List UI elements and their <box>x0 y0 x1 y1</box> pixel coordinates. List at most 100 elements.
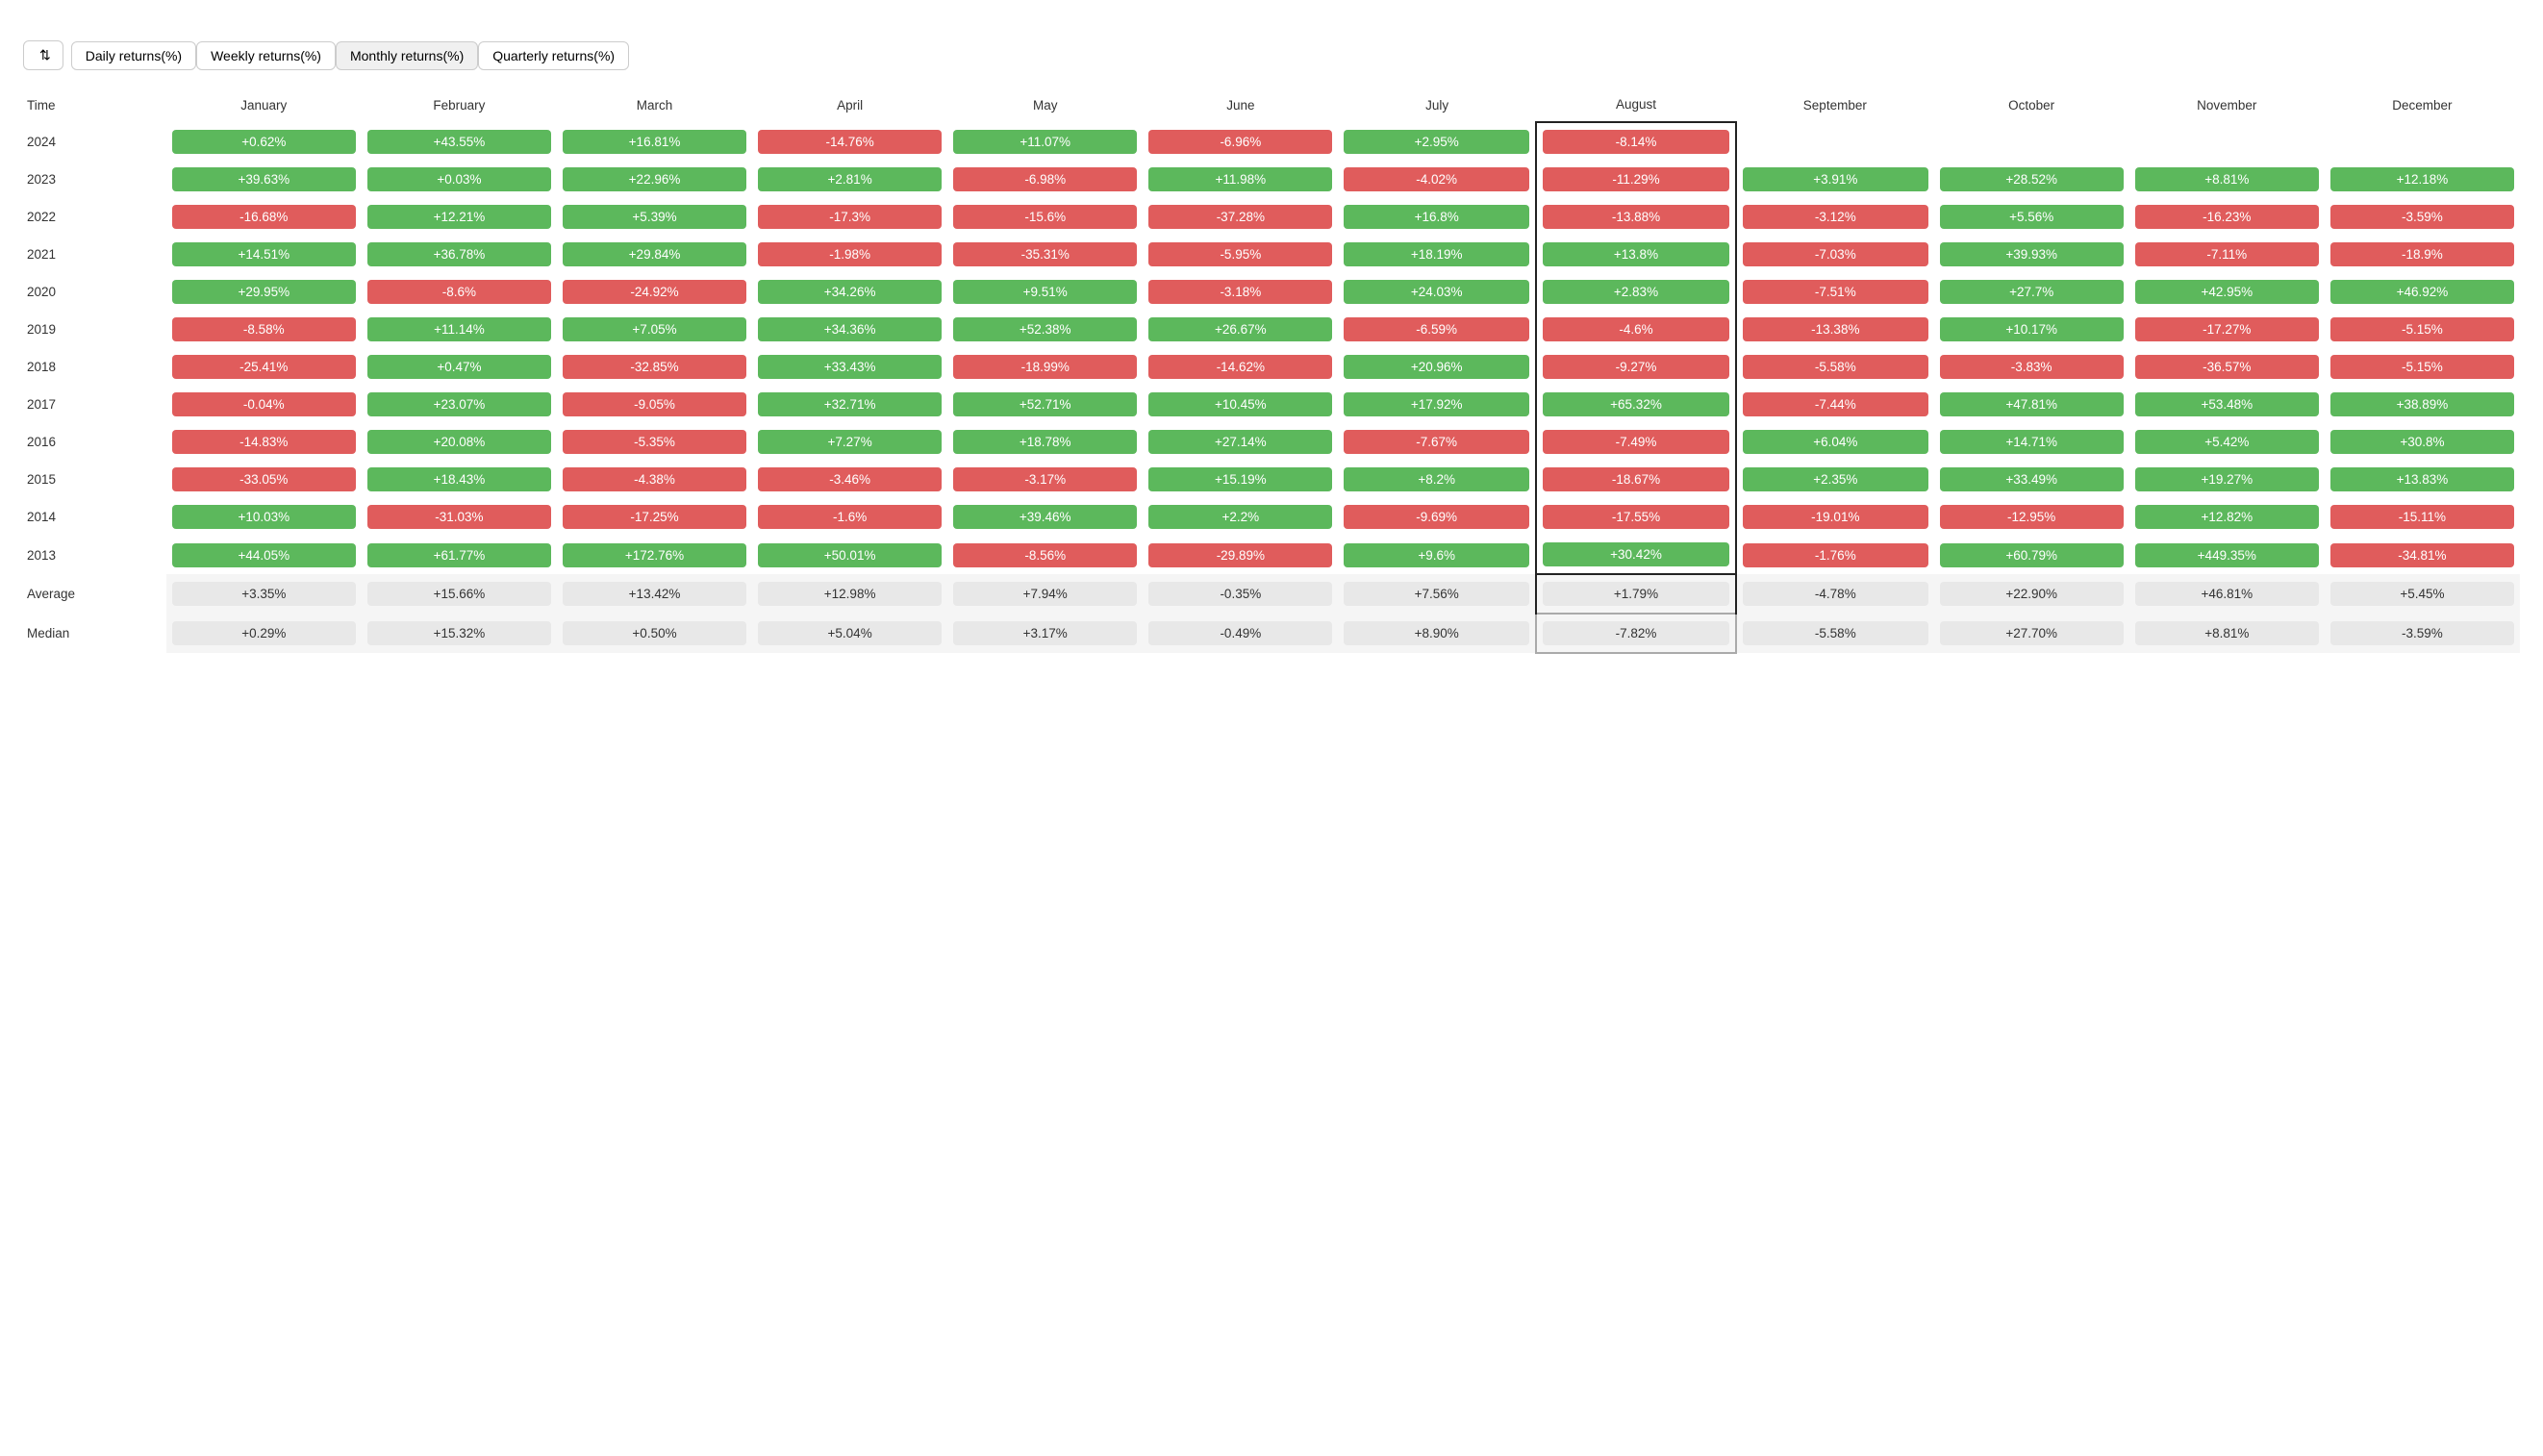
col-header-december: December <box>2325 88 2520 122</box>
data-cell: -33.05% <box>166 461 362 498</box>
data-cell: -19.01% <box>1736 498 1934 536</box>
data-cell: +17.92% <box>1338 386 1536 423</box>
returns-table: TimeJanuaryFebruaryMarchAprilMayJuneJuly… <box>23 88 2520 654</box>
data-cell: +20.96% <box>1338 348 1536 386</box>
data-cell: +60.79% <box>1934 536 2129 574</box>
data-cell: -17.55% <box>1536 498 1736 536</box>
data-cell: +18.19% <box>1338 236 1536 273</box>
data-cell: +2.81% <box>752 161 947 198</box>
median-cell: +8.81% <box>2129 614 2325 653</box>
table-row: 2013+44.05%+61.77%+172.76%+50.01%-8.56%-… <box>23 536 2520 574</box>
data-cell: +14.51% <box>166 236 362 273</box>
data-cell: -7.51% <box>1736 273 1934 311</box>
data-cell: +27.14% <box>1143 423 1338 461</box>
median-cell: +0.50% <box>557 614 752 653</box>
data-cell: -31.03% <box>362 498 557 536</box>
median-cell: -0.49% <box>1143 614 1338 653</box>
data-cell: -1.98% <box>752 236 947 273</box>
data-cell: -9.05% <box>557 386 752 423</box>
table-row: 2019-8.58%+11.14%+7.05%+34.36%+52.38%+26… <box>23 311 2520 348</box>
asset-selector[interactable]: ⇅ <box>23 40 63 70</box>
table-row: 2024+0.62%+43.55%+16.81%-14.76%+11.07%-6… <box>23 122 2520 161</box>
average-row: Average+3.35%+15.66%+13.42%+12.98%+7.94%… <box>23 574 2520 614</box>
median-cell: -5.58% <box>1736 614 1934 653</box>
data-cell: -15.6% <box>947 198 1143 236</box>
data-cell: +0.03% <box>362 161 557 198</box>
tab-0[interactable]: Daily returns(%) <box>71 41 196 70</box>
data-cell: +38.89% <box>2325 386 2520 423</box>
data-cell: +10.45% <box>1143 386 1338 423</box>
year-cell: 2022 <box>23 198 166 236</box>
data-cell: +65.32% <box>1536 386 1736 423</box>
table-row: 2015-33.05%+18.43%-4.38%-3.46%-3.17%+15.… <box>23 461 2520 498</box>
data-cell: -6.98% <box>947 161 1143 198</box>
average-cell: +5.45% <box>2325 574 2520 614</box>
data-cell: +8.81% <box>2129 161 2325 198</box>
col-header-august: August <box>1536 88 1736 122</box>
data-cell: +12.18% <box>2325 161 2520 198</box>
col-header-february: February <box>362 88 557 122</box>
data-cell: -7.03% <box>1736 236 1934 273</box>
data-cell: -3.12% <box>1736 198 1934 236</box>
average-cell: +46.81% <box>2129 574 2325 614</box>
median-label: Median <box>23 614 166 653</box>
col-header-september: September <box>1736 88 1934 122</box>
data-cell: -6.59% <box>1338 311 1536 348</box>
average-cell: +12.98% <box>752 574 947 614</box>
data-cell: +36.78% <box>362 236 557 273</box>
data-cell: -36.57% <box>2129 348 2325 386</box>
data-cell: -1.76% <box>1736 536 1934 574</box>
data-cell: -37.28% <box>1143 198 1338 236</box>
data-cell: +0.47% <box>362 348 557 386</box>
data-cell: +50.01% <box>752 536 947 574</box>
data-cell: +5.56% <box>1934 198 2129 236</box>
data-cell: +27.7% <box>1934 273 2129 311</box>
tabs-container: Daily returns(%)Weekly returns(%)Monthly… <box>71 41 629 70</box>
data-cell: +9.51% <box>947 273 1143 311</box>
table-row: 2016-14.83%+20.08%-5.35%+7.27%+18.78%+27… <box>23 423 2520 461</box>
data-cell: +23.07% <box>362 386 557 423</box>
data-cell: -5.15% <box>2325 311 2520 348</box>
data-cell: -29.89% <box>1143 536 1338 574</box>
median-cell: +8.90% <box>1338 614 1536 653</box>
data-cell: +14.71% <box>1934 423 2129 461</box>
data-cell: -14.83% <box>166 423 362 461</box>
data-cell: +47.81% <box>1934 386 2129 423</box>
tab-1[interactable]: Weekly returns(%) <box>196 41 336 70</box>
data-cell: +34.36% <box>752 311 947 348</box>
data-cell: -8.14% <box>1536 122 1736 161</box>
col-header-june: June <box>1143 88 1338 122</box>
data-cell: -7.67% <box>1338 423 1536 461</box>
data-cell: +2.95% <box>1338 122 1536 161</box>
data-cell: +2.2% <box>1143 498 1338 536</box>
data-cell: +7.05% <box>557 311 752 348</box>
data-cell: +3.91% <box>1736 161 1934 198</box>
toolbar: ⇅ Daily returns(%)Weekly returns(%)Month… <box>23 40 2520 70</box>
data-cell: +28.52% <box>1934 161 2129 198</box>
average-cell: +13.42% <box>557 574 752 614</box>
data-cell: -17.25% <box>557 498 752 536</box>
data-cell: +29.84% <box>557 236 752 273</box>
data-cell: +18.78% <box>947 423 1143 461</box>
data-cell: +6.04% <box>1736 423 1934 461</box>
data-cell: +2.35% <box>1736 461 1934 498</box>
data-cell: +5.42% <box>2129 423 2325 461</box>
data-cell: +5.39% <box>557 198 752 236</box>
average-cell: +7.56% <box>1338 574 1536 614</box>
data-cell: +22.96% <box>557 161 752 198</box>
average-cell: -4.78% <box>1736 574 1934 614</box>
data-cell: +32.71% <box>752 386 947 423</box>
data-cell: +16.8% <box>1338 198 1536 236</box>
tab-3[interactable]: Quarterly returns(%) <box>478 41 629 70</box>
data-cell: +43.55% <box>362 122 557 161</box>
data-cell <box>1934 122 2129 161</box>
table-row: 2018-25.41%+0.47%-32.85%+33.43%-18.99%-1… <box>23 348 2520 386</box>
data-cell: -6.96% <box>1143 122 1338 161</box>
col-header-november: November <box>2129 88 2325 122</box>
tab-2[interactable]: Monthly returns(%) <box>336 41 478 70</box>
data-cell: -13.38% <box>1736 311 1934 348</box>
data-cell: -35.31% <box>947 236 1143 273</box>
data-cell: +20.08% <box>362 423 557 461</box>
data-cell: -5.95% <box>1143 236 1338 273</box>
data-cell: +39.46% <box>947 498 1143 536</box>
